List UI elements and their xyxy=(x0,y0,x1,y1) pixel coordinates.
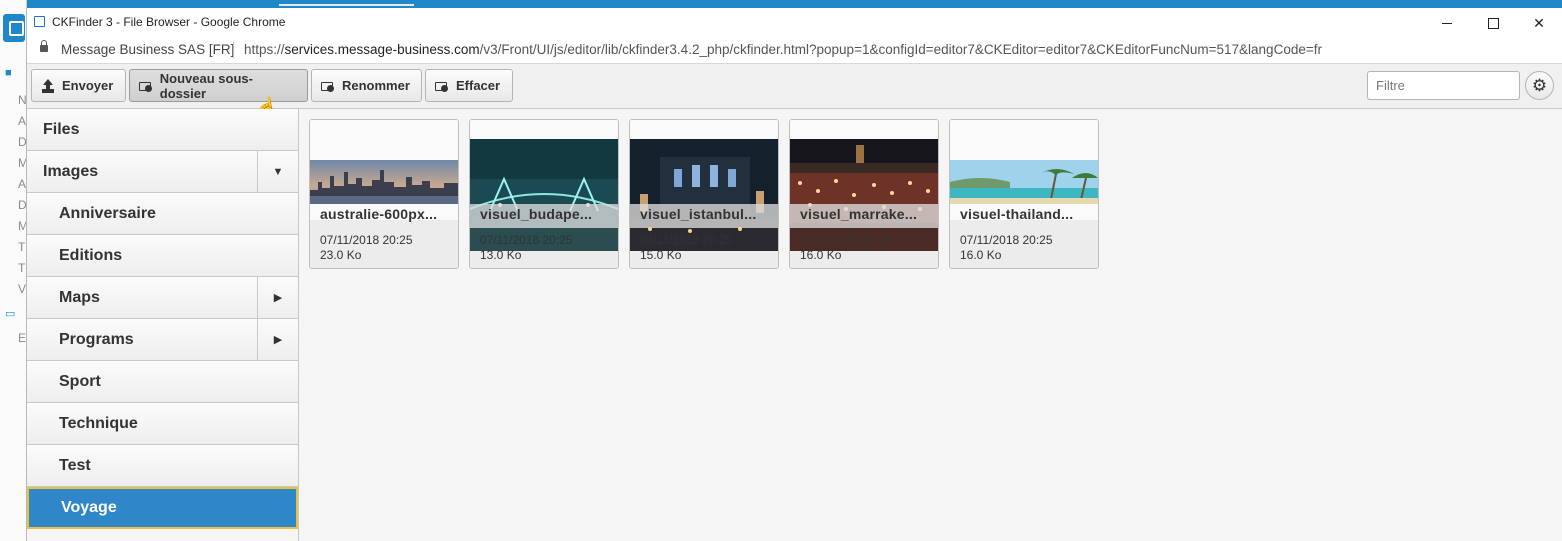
app-logo xyxy=(3,14,25,42)
file-date: 07/11/2018 20:25 xyxy=(480,233,573,247)
collapse-arrow-icon[interactable]: ▼ xyxy=(257,151,298,192)
file-date: 07/11/2018 20:25 xyxy=(800,233,893,247)
delete-button-label: Effacer xyxy=(456,78,501,93)
file-item[interactable]: visuel_budape... 07/11/2018 20:25 13.0 K… xyxy=(469,119,619,269)
folder-label: Technique xyxy=(59,415,138,432)
folder-label: Editions xyxy=(59,247,123,264)
bg-nav-letter: E xyxy=(18,331,27,345)
file-name: visuel_marrake... xyxy=(790,204,938,228)
folder-technique[interactable]: Technique xyxy=(27,403,298,445)
bg-nav-letter: T xyxy=(18,240,26,254)
minimize-icon xyxy=(1442,22,1452,24)
file-size: 23.0 Ko xyxy=(320,248,362,262)
minimize-button[interactable] xyxy=(1424,8,1470,38)
window-title: CKFinder 3 - File Browser - Google Chrom… xyxy=(52,15,286,29)
expand-arrow-icon[interactable]: ▶ xyxy=(257,319,298,360)
folder-programs[interactable]: Programs ▶ xyxy=(27,319,298,361)
lock-icon xyxy=(40,40,48,52)
file-name: visuel_budape... xyxy=(470,204,618,228)
address-divider xyxy=(233,42,234,58)
folder-label: Voyage xyxy=(61,499,117,516)
delete-button[interactable]: Effacer xyxy=(425,69,513,102)
folder-label: Test xyxy=(59,457,91,474)
file-size: 16.0 Ko xyxy=(960,248,1002,262)
delete-icon xyxy=(435,79,449,93)
folder-anniversaire[interactable]: Anniversaire xyxy=(27,193,298,235)
folder-editions[interactable]: Editions xyxy=(27,235,298,277)
folder-sport[interactable]: Sport xyxy=(27,361,298,403)
folder-voyage[interactable]: Voyage xyxy=(27,487,298,529)
window-titlebar: CKFinder 3 - File Browser - Google Chrom… xyxy=(27,8,1562,38)
rename-button[interactable]: Renommer xyxy=(311,69,422,102)
file-item[interactable]: australie-600px... 07/11/2018 20:25 23.0… xyxy=(309,119,459,269)
bg-nav-letter: A xyxy=(18,177,27,191)
folder-test[interactable]: Test xyxy=(27,445,298,487)
folder-files[interactable]: Files xyxy=(27,109,298,151)
folder-label: Maps xyxy=(59,289,100,306)
file-item[interactable]: visuel-thailand... 07/11/2018 20:25 16.0… xyxy=(949,119,1099,269)
background-tab-indicator xyxy=(279,4,414,6)
bg-nav-letter: A xyxy=(18,114,27,128)
ckfinder-app-icon xyxy=(34,16,45,27)
upload-button[interactable]: Envoyer xyxy=(31,69,126,102)
file-item[interactable]: visuel_istanbul... 07/11/2018 20:25 15.0… xyxy=(629,119,779,269)
filter-input[interactable] xyxy=(1367,71,1520,100)
bg-nav-letter: V xyxy=(18,282,27,296)
settings-button[interactable]: ⚙ xyxy=(1525,71,1554,100)
file-name: visuel_istanbul... xyxy=(630,204,778,228)
contact-icon: ■ xyxy=(5,67,12,79)
url-scheme: https:// xyxy=(244,42,285,57)
url-host: services.message-business.com xyxy=(284,42,480,57)
background-app-sidebar: ■ N A D M A D M T T V ▭ E xyxy=(0,0,28,541)
file-name: australie-600px... xyxy=(320,206,438,222)
file-date: 07/11/2018 20:25 xyxy=(960,233,1053,247)
close-button[interactable]: ✕ xyxy=(1516,8,1562,38)
folder-icon: ▭ xyxy=(5,308,16,320)
folder-label: Programs xyxy=(59,331,134,348)
file-size: 16.0 Ko xyxy=(800,248,842,262)
expand-arrow-icon[interactable]: ▶ xyxy=(257,277,298,318)
folder-label: Anniversaire xyxy=(59,205,156,222)
gear-icon: ⚙ xyxy=(1531,75,1548,95)
folder-images[interactable]: Images ▼ xyxy=(27,151,298,193)
folder-label: Images xyxy=(43,163,99,180)
site-identity: Message Business SAS [FR] xyxy=(61,42,235,57)
rename-icon xyxy=(321,79,335,93)
new-subfolder-button[interactable]: Nouveau sous-dossier xyxy=(129,69,308,102)
file-name: visuel-thailand... xyxy=(960,206,1074,222)
rename-button-label: Renommer xyxy=(342,78,410,93)
file-item[interactable]: visuel_marrake... 07/11/2018 20:25 16.0 … xyxy=(789,119,939,269)
url-text: https://services.message-business.com/v3… xyxy=(244,42,1322,57)
address-bar[interactable]: Message Business SAS [FR] https://servic… xyxy=(27,38,1562,64)
background-app-header xyxy=(0,0,1562,8)
maximize-icon xyxy=(1487,17,1499,29)
close-icon: ✕ xyxy=(1533,14,1545,31)
folder-tree: Files Images ▼ Anniversaire Editions Maps… xyxy=(27,109,299,541)
file-date: 07/11/2018 20:25 xyxy=(640,233,733,247)
ckfinder-popup-window: CKFinder 3 - File Browser - Google Chrom… xyxy=(26,8,1562,541)
upload-icon xyxy=(41,78,55,93)
new-folder-icon xyxy=(139,79,153,93)
file-size: 13.0 Ko xyxy=(480,248,522,262)
upload-button-label: Envoyer xyxy=(62,78,114,93)
maximize-button[interactable] xyxy=(1470,8,1516,38)
url-path: /v3/Front/UI/js/editor/lib/ckfinder3.4.2… xyxy=(479,42,1322,57)
bg-nav-letter: T xyxy=(18,261,26,275)
folder-label: Sport xyxy=(59,373,101,390)
folder-maps[interactable]: Maps ▶ xyxy=(27,277,298,319)
file-size: 15.0 Ko xyxy=(640,248,682,262)
file-date: 07/11/2018 20:25 xyxy=(320,233,413,247)
folder-label: Files xyxy=(43,121,80,138)
